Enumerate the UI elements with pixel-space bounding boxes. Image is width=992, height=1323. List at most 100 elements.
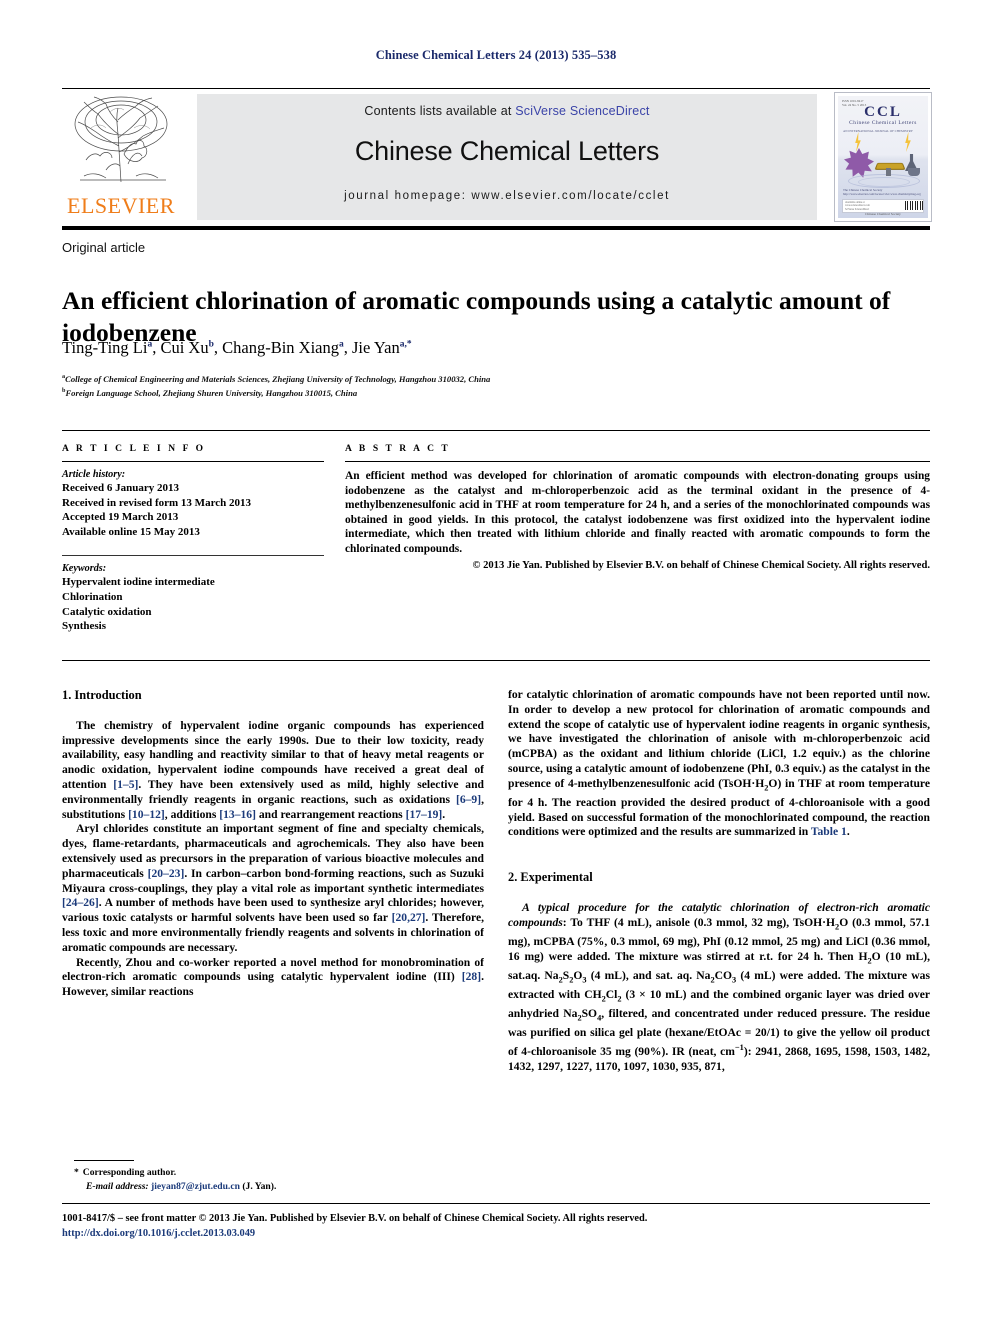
article-type: Original article (62, 240, 146, 255)
keyword-item: Catalytic oxidation (62, 605, 152, 618)
sciencedirect-link[interactable]: SciVerse ScienceDirect (515, 104, 649, 118)
abstract-column: A B S T R A C T An efficient method was … (345, 444, 930, 573)
affiliation-item: aCollege of Chemical Engineering and Mat… (62, 371, 942, 385)
body-column-right: for catalytic chlorination of aromatic c… (508, 688, 930, 1228)
running-head: Chinese Chemical Letters 24 (2013) 535–5… (375, 48, 617, 62)
citation-ref[interactable]: [17–19] (406, 808, 443, 821)
corresponding-author-note: * Corresponding author. (74, 1166, 494, 1180)
affiliation-text: College of Chemical Engineering and Mate… (65, 373, 491, 384)
citation-ref[interactable]: [10–12] (128, 808, 165, 821)
water-ripple (858, 177, 910, 187)
author-affil-mark: b (208, 339, 214, 350)
elsevier-tree-icon (74, 96, 168, 183)
author-name: Cui Xu (160, 338, 209, 357)
history-item: Received in revised form 13 March 2013 (62, 496, 251, 509)
contents-lists-line: Contents lists available at SciVerse Sci… (197, 104, 817, 118)
paragraph: Aryl chlorides constitute an important s… (62, 822, 484, 954)
author-affil-mark: a,* (399, 339, 412, 350)
section-heading-introduction: 1. Introduction (62, 688, 142, 702)
elsevier-wordmark: ELSEVIER (67, 193, 175, 218)
corresponding-author-text: Corresponding author. (82, 1167, 177, 1178)
keyword-item: Hypervalent iodine intermediate (62, 576, 215, 589)
journal-cover-thumbnail: ISSN 1001-8417 Vol. 24 No. 5 2013 CCL Ch… (834, 92, 932, 222)
citation-ref[interactable]: [6–9] (456, 793, 481, 806)
author-item: Jie Yana,* (352, 338, 412, 357)
history-item: Accepted 19 March 2013 (62, 511, 179, 524)
beaker-icon (908, 168, 920, 176)
masthead-top-rule (62, 88, 930, 89)
footer-divider (62, 1203, 930, 1204)
footnote-block: * Corresponding author. E-mail address: j… (74, 1166, 494, 1193)
history-item: Available online 15 May 2013 (62, 525, 200, 538)
divider (62, 555, 324, 557)
footer-copyright: 1001-8417/$ – see front matter © 2013 Ji… (62, 1213, 648, 1224)
affiliation-item: bForeign Language School, Zhejiang Shure… (62, 385, 942, 399)
article-info-heading: A R T I C L E I N F O (62, 444, 206, 454)
footer-doi[interactable]: http://dx.doi.org/10.1016/j.cclet.2013.0… (62, 1227, 930, 1241)
abstract-band-top-rule (62, 430, 930, 431)
affiliation-text: Foreign Language School, Zhejiang Shuren… (65, 388, 358, 399)
affiliation-list: aCollege of Chemical Engineering and Mat… (62, 371, 942, 400)
body-column-left: 1. Introduction The chemistry of hyperva… (62, 688, 484, 1143)
citation-ref[interactable]: [20–23] (148, 867, 185, 880)
history-item: Received 6 January 2013 (62, 482, 180, 494)
citation-ref[interactable]: [24–26] (62, 896, 99, 909)
citation-ref[interactable]: [20,27] (392, 911, 426, 924)
email-owner: (J. Yan). (242, 1180, 277, 1192)
lightning-bolt-icon (905, 132, 911, 152)
author-name: Ting-Ting Li (62, 338, 148, 357)
email-note: E-mail address: jieyan87@zjut.edu.cn (J.… (74, 1180, 494, 1194)
journal-masthead: ELSEVIER Contents lists available at Sci… (62, 90, 932, 222)
email-address[interactable]: jieyan87@zjut.edu.cn (151, 1181, 240, 1192)
citation-ref[interactable]: [13–16] (219, 808, 256, 821)
contents-prefix: Contents lists available at (364, 104, 516, 118)
citation-ref[interactable]: [28] (462, 970, 481, 983)
journal-homepage[interactable]: journal homepage: www.elsevier.com/locat… (197, 190, 817, 202)
author-name: Chang-Bin Xiang (222, 338, 340, 357)
abstract-text: An efficient method was developed for ch… (345, 470, 930, 555)
paragraph: Recently, Zhou and co-worker reported a … (62, 955, 484, 999)
masthead-center-band: Contents lists available at SciVerse Sci… (197, 94, 817, 220)
divider (62, 461, 324, 462)
masthead-bottom-rule (62, 226, 930, 230)
cover-society-footer: Chinese Chemical Society (865, 212, 901, 216)
experimental-lead-italic: A typical procedure for the catalytic ch… (508, 901, 930, 929)
keyword-item: Synthesis (62, 620, 107, 633)
cover-title: CCL (864, 104, 902, 120)
purple-burst-shape (844, 148, 874, 178)
divider (345, 461, 930, 462)
paper-page: Chinese Chemical Letters 24 (2013) 535–5… (0, 0, 992, 1323)
paragraph: The chemistry of hypervalent iodine orga… (62, 718, 484, 821)
author-affil-mark: a (339, 339, 344, 350)
keywords-label: Keywords: (62, 563, 107, 575)
barcode-icon (905, 201, 923, 210)
abstract-band-bottom-rule (62, 660, 930, 661)
author-affil-mark: a (147, 339, 153, 350)
paragraph: for catalytic chlorination of aromatic c… (508, 688, 930, 839)
cover-artwork: ISSN 1001-8417 Vol. 24 No. 5 2013 CCL Ch… (838, 96, 928, 218)
footnote-star: * (74, 1167, 79, 1178)
author-item: Cui Xub (160, 338, 213, 357)
cover-tagline: AN INTERNATIONAL JOURNAL OF CHEMISTRY (843, 129, 913, 133)
author-item: Ting-Ting Lia (62, 338, 152, 357)
cover-subtitle: Chinese Chemical Letters (849, 120, 917, 126)
citation-ref[interactable]: [1–5] (113, 778, 138, 791)
abstract-heading: A B S T R A C T (345, 444, 451, 454)
plate-stem-shape (886, 168, 891, 176)
paragraph: A typical procedure for the catalytic ch… (508, 901, 930, 1073)
email-label: E-mail address: (86, 1180, 149, 1192)
table-link[interactable]: Table 1 (811, 825, 847, 838)
cover-caption: The Chinese Chemical Society http://www.… (843, 188, 921, 197)
keyword-item: Chlorination (62, 590, 123, 603)
article-info-column: A R T I C L E I N F O Article history: R… (62, 444, 324, 634)
author-list: Ting-Ting Lia, Cui Xub, Chang-Bin Xianga… (62, 338, 412, 357)
journal-title: Chinese Chemical Letters (354, 136, 660, 166)
article-history-label: Article history: (62, 469, 126, 480)
footnote-divider (74, 1160, 134, 1161)
elsevier-logo: ELSEVIER (62, 94, 180, 220)
section-heading-experimental: 2. Experimental (508, 870, 593, 885)
author-item: Chang-Bin Xianga (222, 338, 344, 357)
lightning-bolt-icon (855, 132, 861, 152)
abstract-copyright: © 2013 Jie Yan. Published by Elsevier B.… (472, 559, 930, 571)
